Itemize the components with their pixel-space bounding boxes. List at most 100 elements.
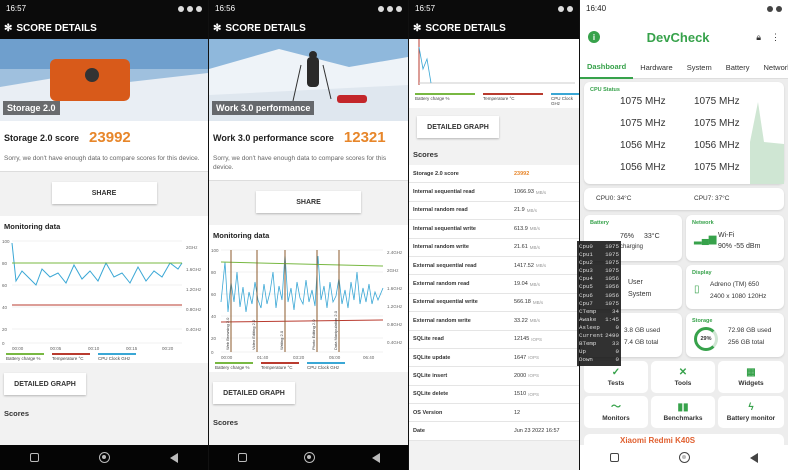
tab-bar: Dashboard Hardware System Battery Networ…: [580, 57, 788, 79]
storage-pct: 29%: [700, 336, 712, 342]
row-unit: MB/s: [529, 318, 541, 324]
tile-tools[interactable]: ✕ Tools: [651, 361, 715, 393]
back-icon[interactable]: [371, 452, 380, 463]
page-title: SCORE DETAILS: [425, 22, 506, 34]
tile-benchmarks[interactable]: ▮▮ Benchmarks: [651, 396, 715, 428]
back-icon[interactable]: [170, 452, 178, 463]
legend-temperature: Temperature °C: [483, 96, 515, 101]
overlay-row: Cpu2 1075: [579, 259, 619, 267]
marker-video-editing: Video Editing 2.0: [251, 319, 256, 350]
overlay-key: Down: [579, 356, 593, 364]
share-button[interactable]: SHARE: [51, 182, 157, 204]
row-unit: MB/s: [535, 263, 547, 269]
cpu-monitor-overlay[interactable]: Cpu0 1075 Cpu1 1075 Cpu2 1075 Cpu3 1075 Cpu4 1056…: [577, 241, 621, 367]
cpu-status-card[interactable]: CPU Status 1075 MHz 1075 MHz 1075 MHz 10…: [584, 82, 784, 184]
system-system: System: [628, 291, 652, 298]
right-tick: 1.2GHz: [387, 304, 403, 309]
table-row: Date Jun 23 2022 16:57: [409, 422, 579, 441]
x-tick: 00:20: [162, 346, 174, 351]
home-icon[interactable]: [99, 452, 110, 463]
row-value: 1647: [514, 354, 527, 361]
info-icon[interactable]: i: [588, 31, 600, 43]
row-key: Internal sequential read: [413, 189, 475, 196]
storage-ring: 29%: [694, 327, 718, 351]
battery-title: Battery: [590, 220, 609, 226]
left-tick: 60: [2, 283, 8, 288]
compare-note: Sorry, we don't have enough data to comp…: [0, 152, 208, 172]
left-tick: 20: [211, 336, 217, 341]
network-card[interactable]: Network ▂▄▆ Wi-Fi 90% -55 dBm: [686, 215, 784, 261]
overlay-row: Cpu6 1056: [579, 292, 619, 300]
row-value: 21.9: [514, 207, 525, 214]
tile-battery-monitor[interactable]: ϟ Battery monitor: [718, 396, 784, 428]
overlay-row: Cpu7 1075: [579, 300, 619, 308]
overlay-value: 33: [612, 340, 619, 348]
row-key: SQLite update: [413, 354, 451, 361]
row-unit: MB/s: [529, 244, 541, 250]
cpu-temp-card: CPU0: 34°C CPU7: 37°C: [584, 188, 784, 210]
tile-battery-monitor-label: Battery monitor: [726, 414, 776, 422]
tools-icon: ✕: [678, 366, 688, 378]
overlay-value: 1056: [605, 275, 619, 283]
overlay-value: 1075: [605, 251, 619, 259]
tab-network[interactable]: Network: [756, 57, 788, 79]
row-value: 2000: [514, 372, 527, 379]
tab-battery[interactable]: Battery: [719, 57, 757, 79]
score-panel-work: 16:56 ✻ SCORE DETAILS Work 3.0 performanc…: [209, 0, 408, 470]
detailed-graph-button[interactable]: DETAILED GRAPH: [4, 373, 86, 395]
marker-photo-editing: Photo Editing 2.0: [311, 319, 316, 350]
overlay-value: 1056: [605, 283, 619, 291]
legend-cpu-clock: CPU Clock GHz: [307, 365, 340, 370]
tile-tests-label: Tests: [607, 379, 625, 387]
home-icon[interactable]: [303, 452, 315, 463]
overlay-row: BTemp 33: [579, 340, 619, 348]
legend-battery: Battery charge %: [6, 356, 41, 361]
display-card[interactable]: Display ▯ Adreno (TM) 650 2400 x 1080 12…: [686, 265, 784, 309]
x-tick: 05:00: [329, 355, 341, 360]
nav-bar: [209, 445, 408, 470]
snowflake-icon: ✻: [413, 22, 422, 34]
overlay-row: Cpu5 1056: [579, 283, 619, 291]
detailed-graph-button[interactable]: DETAILED GRAPH: [213, 382, 295, 404]
detailed-graph-button[interactable]: DETAILED GRAPH: [417, 116, 499, 138]
monitoring-chart-svg: Web Browsing 2.0 Video Editing 2.0 Writi…: [211, 248, 403, 360]
recents-icon[interactable]: [30, 453, 39, 462]
legend-cpu-clock: CPU Clock GHz: [98, 356, 131, 361]
lock-icon[interactable]: 🔒︎: [756, 32, 761, 43]
back-icon[interactable]: [750, 452, 758, 463]
left-tick: 60: [211, 292, 217, 297]
share-button[interactable]: SHARE: [256, 191, 361, 213]
tab-system[interactable]: System: [680, 57, 719, 79]
overlay-key: Up: [579, 348, 586, 356]
overlay-value: 1075: [605, 259, 619, 267]
right-tick: 1.6GHz: [186, 267, 202, 272]
left-tick: 100: [211, 248, 219, 253]
status-bar: 16:57: [0, 0, 208, 17]
row-unit: MB/s: [529, 281, 541, 287]
tile-widgets[interactable]: ▦ Widgets: [718, 361, 784, 393]
overlay-key: Asleep: [579, 323, 600, 331]
wifi-signal-icon: ▂▄▆: [694, 234, 717, 245]
recents-icon[interactable]: [610, 453, 619, 462]
more-icon[interactable]: ⋮: [771, 32, 780, 43]
left-tick: 40: [2, 305, 8, 310]
network-title: Network: [692, 220, 714, 226]
overlay-row: Cpu0 1075: [579, 243, 619, 251]
table-row: Internal random read 21.9 MB/s: [409, 202, 579, 221]
recents-icon[interactable]: [237, 453, 247, 462]
tab-hardware[interactable]: Hardware: [633, 57, 680, 79]
tile-monitors[interactable]: 〜 Monitors: [584, 396, 648, 428]
nav-bar: [580, 445, 788, 470]
storage-card[interactable]: Storage 29% 72.98 GB used 256 GB total: [686, 313, 784, 357]
table-row: Internal sequential read 1066.93 MB/s: [409, 183, 579, 202]
home-icon[interactable]: [679, 452, 690, 463]
row-value: 12145: [514, 336, 530, 343]
app-title: DevCheck: [646, 29, 710, 45]
right-tick: 1.2GHz: [186, 287, 202, 292]
tab-dashboard[interactable]: Dashboard: [580, 57, 634, 79]
legend-temperature: Temperature °C: [52, 356, 84, 361]
snowflake-icon: ✻: [213, 22, 222, 34]
monitoring-chart: Web Browsing 2.0 Video Editing 2.0 Writi…: [209, 242, 408, 360]
score-panel-table: 16:57 ✻ SCORE DETAILS Battery charge % Te…: [409, 0, 579, 470]
right-tick: 0.4GHz: [186, 327, 202, 332]
